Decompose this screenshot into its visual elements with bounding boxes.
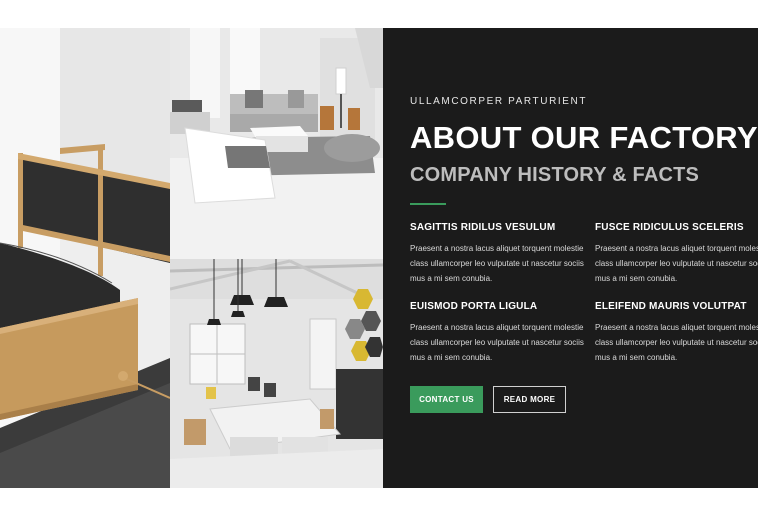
feature-text: Praesent a nostra lacus aliquet torquent…	[410, 244, 584, 283]
page-title: ABOUT OUR FACTORY	[410, 120, 758, 155]
bed-photo	[0, 28, 170, 488]
feature-item: ELEIFEND MAURIS VOLUTPAT Praesent a nost…	[595, 301, 758, 365]
feature-text: Praesent a nostra lacus aliquet torquent…	[595, 244, 758, 283]
accent-divider	[410, 203, 446, 205]
office-photo	[170, 259, 383, 488]
feature-title: ELEIFEND MAURIS VOLUTPAT	[595, 301, 747, 312]
feature-text: Praesent a nostra lacus aliquet torquent…	[410, 323, 584, 362]
contact-us-button[interactable]: CONTACT US	[410, 386, 483, 413]
page-subtitle: COMPANY HISTORY & FACTS	[410, 164, 700, 186]
feature-title: EUISMOD PORTA LIGULA	[410, 301, 538, 312]
feature-item: SAGITTIS RIDILUS VESULUM Praesent a nost…	[410, 222, 585, 286]
feature-text: Praesent a nostra lacus aliquet torquent…	[595, 323, 758, 362]
about-section: ULLAMCORPER PARTURIENT ABOUT OUR FACTORY…	[0, 28, 758, 488]
living-room-photo	[170, 28, 383, 259]
feature-item: FUSCE RIDICULUS SCELERIS Praesent a nost…	[595, 222, 758, 286]
eyebrow-text: ULLAMCORPER PARTURIENT	[410, 96, 588, 107]
read-more-button[interactable]: READ MORE	[493, 386, 566, 413]
feature-title: FUSCE RIDICULUS SCELERIS	[595, 222, 744, 233]
content-panel: ULLAMCORPER PARTURIENT ABOUT OUR FACTORY…	[383, 28, 758, 488]
feature-item: EUISMOD PORTA LIGULA Praesent a nostra l…	[410, 301, 585, 365]
feature-title: SAGITTIS RIDILUS VESULUM	[410, 222, 556, 233]
